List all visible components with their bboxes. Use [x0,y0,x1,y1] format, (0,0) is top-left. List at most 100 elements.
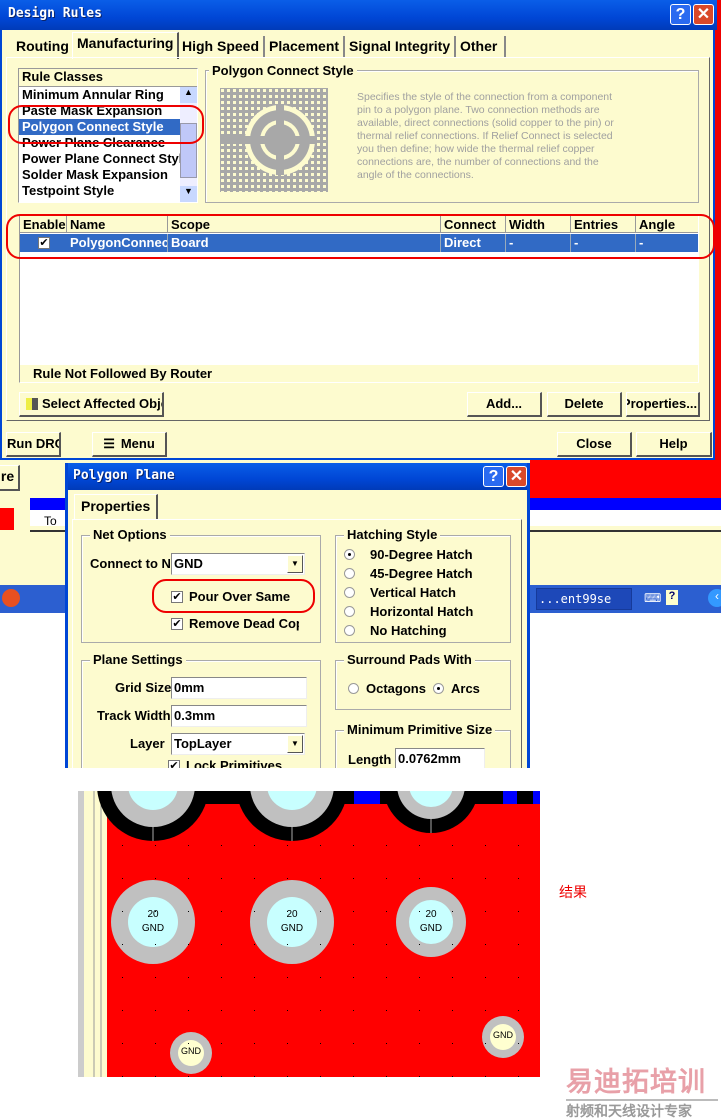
help-button[interactable]: Help [636,432,712,457]
background-tab[interactable]: To [44,514,57,528]
add-button[interactable]: Add... [467,392,542,417]
radio-vertical[interactable] [344,587,355,598]
close-title-button[interactable]: ✕ [506,466,527,487]
scroll-down-icon: ▼ [180,186,197,202]
min-primitive-group: Minimum Primitive Size Length 0.0762mm [335,722,511,768]
menu-icon: ☰ [103,436,115,451]
scroll-up-icon: ▲ [180,87,197,103]
group-label: Plane Settings [90,652,186,667]
select-affected-button[interactable]: Select Affected Objects [19,392,164,417]
run-drc-button[interactable]: Run DRC... [6,432,61,457]
connect-to-select[interactable]: GND ▼ [171,553,305,575]
delete-button[interactable]: Delete [547,392,622,417]
grid-dot [254,878,255,879]
grid-dot [221,1043,222,1044]
grid-dot [221,944,222,945]
keyboard-icon: ⌨ [644,591,662,605]
surround-pads-group: Surround Pads With Octagons Arcs [335,652,511,710]
grid-dot [188,944,189,945]
layer-select[interactable]: TopLayer ▼ [171,733,305,755]
radio-horizontal[interactable] [344,606,355,617]
radio-label[interactable]: Vertical Hatch [370,585,456,600]
background-button[interactable]: re [0,465,20,491]
group-label: Minimum Primitive Size [344,722,496,737]
radio-label[interactable]: Arcs [451,681,480,696]
highlight-annotation [152,579,315,613]
radio-label[interactable]: 45-Degree Hatch [370,566,473,581]
highlight-annotation [8,105,204,144]
group-label: Polygon Connect Style [209,63,357,78]
tab-routing[interactable]: Routing [12,36,75,58]
grid-dot [287,878,288,879]
list-item[interactable]: Power Plane Connect Style [19,151,181,167]
tab-placement[interactable]: Placement [265,36,346,58]
grid-dot [353,1010,354,1011]
grid-dot [320,1010,321,1011]
tab-properties[interactable]: Properties [74,494,159,520]
radio-octagons[interactable] [348,683,359,694]
description-text: Specifies the style of the connection fr… [357,91,614,181]
tab-other[interactable]: Other [456,36,506,58]
radio-label[interactable]: Horizontal Hatch [370,604,473,619]
grid-dot [485,977,486,978]
background-edge [715,0,721,460]
tray-collapse-icon[interactable]: ‹ [708,589,721,607]
tab-high-speed[interactable]: High Speed [178,36,266,58]
remove-dead-label[interactable]: Remove Dead Copper [189,616,299,631]
grid-dot [155,878,156,879]
pad-label: 20 GND [141,909,165,934]
length-input[interactable]: 0.0762mm [395,748,485,768]
list-item[interactable]: Minimum Annular Ring [19,87,181,103]
list-item[interactable]: Testpoint Style [19,183,181,199]
lock-primitives-checkbox[interactable]: ✔ [168,760,180,768]
layer-label: Layer [130,736,165,751]
grid-dot [353,1043,354,1044]
help-title-button[interactable]: ? [670,4,691,25]
group-label: Hatching Style [344,527,441,542]
remove-dead-checkbox[interactable]: ✔ [171,618,183,630]
grid-dot [188,845,189,846]
radio-no-hatching[interactable] [344,625,355,636]
grid-dot [221,845,222,846]
radio-label[interactable]: No Hatching [370,623,447,638]
tab-manufacturing[interactable]: Manufacturing [72,32,180,59]
radio-label[interactable]: 90-Degree Hatch [370,547,473,562]
grid-dot [188,1076,189,1077]
grid-dot [518,1043,519,1044]
close-title-button[interactable]: ✕ [693,4,714,25]
grid-dot [485,1010,486,1011]
grid-dot [452,1076,453,1077]
watermark-brand: 易迪拓培训 [566,1067,706,1097]
help-title-button[interactable]: ? [483,466,504,487]
grid-dot [155,1010,156,1011]
radio-45-degree[interactable] [344,568,355,579]
close-button[interactable]: Close [557,432,632,457]
watermark: 易迪拓培训 射频和天线设计专家 [566,1066,718,1120]
grid-dot [287,944,288,945]
grid-dot [419,977,420,978]
radio-arcs[interactable] [433,683,444,694]
dialog-title: Design Rules [8,6,102,21]
grid-dot [155,1043,156,1044]
taskbar-item[interactable]: ...ent99se [536,588,632,610]
grid-dot [221,911,222,912]
radio-90-degree[interactable] [344,549,355,560]
grid-dot [353,878,354,879]
grid-dot [353,845,354,846]
grid-dot [485,878,486,879]
tab-signal-integrity[interactable]: Signal Integrity [345,36,457,58]
track-width-input[interactable]: 0.3mm [171,705,307,727]
grid-dot [485,1076,486,1077]
grid-dot [254,977,255,978]
menu-button[interactable]: ☰ Menu [92,432,167,457]
lock-primitives-label[interactable]: Lock Primitives [186,758,282,768]
grid-dot [155,944,156,945]
grid-size-input[interactable]: 0mm [171,677,307,699]
grid-dot [254,1076,255,1077]
grid-dot [452,1043,453,1044]
properties-button[interactable]: Properties... [626,392,700,417]
grid-dot [320,944,321,945]
grid-dot [485,944,486,945]
radio-label[interactable]: Octagons [366,681,426,696]
list-item[interactable]: Solder Mask Expansion [19,167,181,183]
